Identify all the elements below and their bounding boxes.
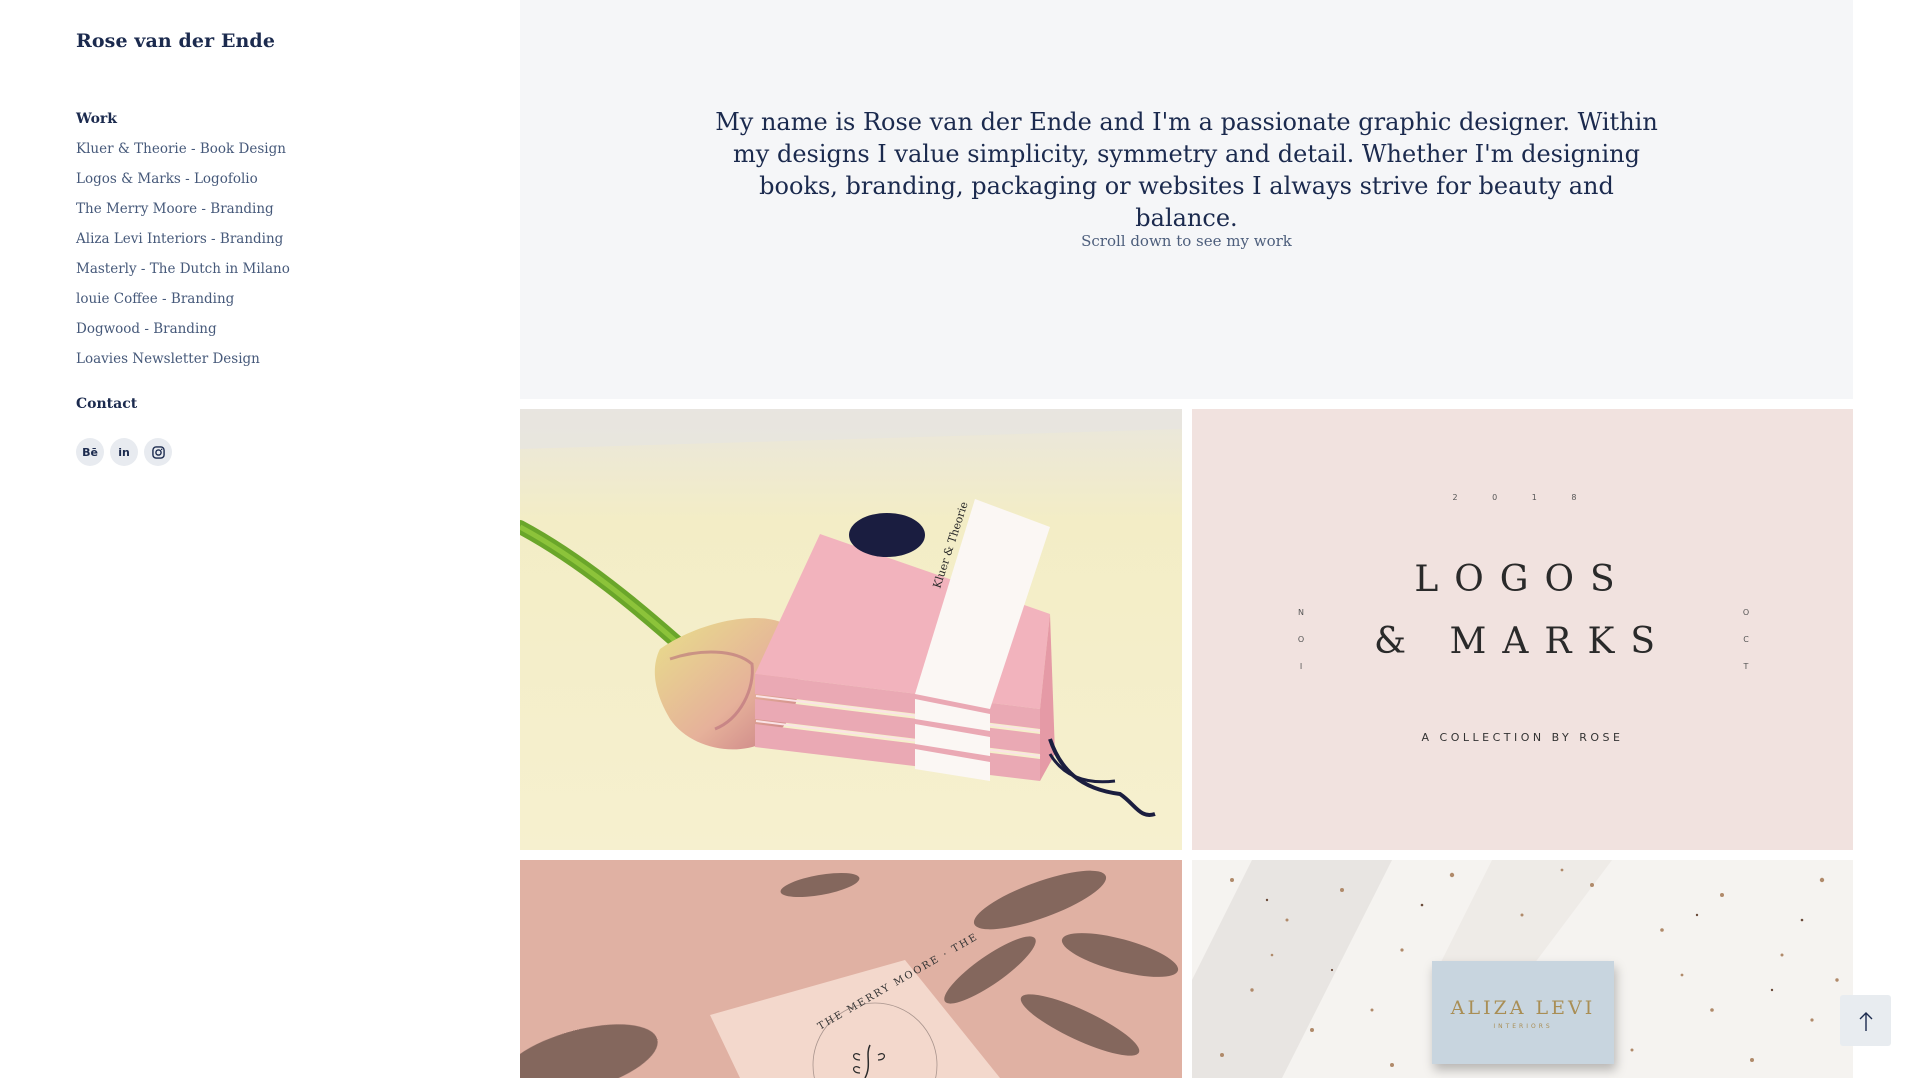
aliza-card-name: ALIZA LEVI: [1450, 997, 1596, 1019]
nav-item-logos-marks[interactable]: Logos & Marks - Logofolio: [76, 169, 290, 199]
merry-moore-image: THE MERRY MOORE · THE: [520, 860, 1182, 1078]
linkedin-icon[interactable]: in: [110, 438, 138, 466]
nav-heading-contact: Contact: [76, 396, 138, 412]
social-links: Bē in: [76, 438, 172, 466]
logos-line-2: & MARKS: [1373, 621, 1671, 662]
intro-text: My name is Rose van der Ende and I'm a p…: [715, 108, 1658, 232]
nav-item-masterly[interactable]: Masterly - The Dutch in Milano: [76, 259, 290, 289]
arrow-up-icon: [1859, 1011, 1872, 1031]
nav-item-aliza-levi[interactable]: Aliza Levi Interiors - Branding: [76, 229, 290, 259]
intro-section: My name is Rose van der Ende and I'm a p…: [520, 0, 1853, 399]
logos-line-1: LOGOS: [1414, 559, 1631, 600]
nav-heading-work: Work: [76, 111, 117, 127]
nav-item-loavies[interactable]: Loavies Newsletter Design: [76, 349, 290, 379]
project-tile-merry-moore[interactable]: THE MERRY MOORE · THE: [520, 860, 1182, 1078]
project-tile-kluer-theorie[interactable]: Kluer & Theorie: [520, 409, 1182, 850]
instagram-glyph: [151, 445, 165, 459]
logos-right-chars: OCT: [1742, 608, 1750, 671]
site-title[interactable]: Rose van der Ende: [76, 30, 275, 52]
sidebar: Rose van der Ende Work Kluer & Theorie -…: [0, 0, 520, 1078]
logos-year: 2 0 1 8: [1452, 493, 1593, 502]
instagram-icon[interactable]: [144, 438, 172, 466]
scroll-hint[interactable]: Scroll down to see my work: [520, 232, 1853, 250]
nav-item-merry-moore[interactable]: The Merry Moore - Branding: [76, 199, 290, 229]
project-tile-aliza-levi[interactable]: ALIZA LEVI INTERIORS: [1192, 860, 1853, 1078]
logos-left-chars: NOI: [1297, 608, 1305, 671]
nav-item-kluer-theorie[interactable]: Kluer & Theorie - Book Design: [76, 139, 290, 169]
book-stack-image: Kluer & Theorie: [520, 409, 1182, 850]
back-to-top-button[interactable]: [1840, 995, 1891, 1046]
nav-item-dogwood[interactable]: Dogwood - Branding: [76, 319, 290, 349]
aliza-card-sub: INTERIORS: [1493, 1023, 1553, 1030]
logos-subtitle: A COLLECTION BY ROSE: [1421, 731, 1624, 744]
project-tile-logos-marks[interactable]: 2 0 1 8 LOGOS & MARKS A COLLECTION BY RO…: [1192, 409, 1853, 850]
aliza-levi-card: ALIZA LEVI INTERIORS: [1432, 961, 1614, 1064]
work-nav-list: Kluer & Theorie - Book Design Logos & Ma…: [76, 139, 290, 379]
nav-item-louie-coffee[interactable]: louie Coffee - Branding: [76, 289, 290, 319]
behance-icon[interactable]: Bē: [76, 438, 104, 466]
